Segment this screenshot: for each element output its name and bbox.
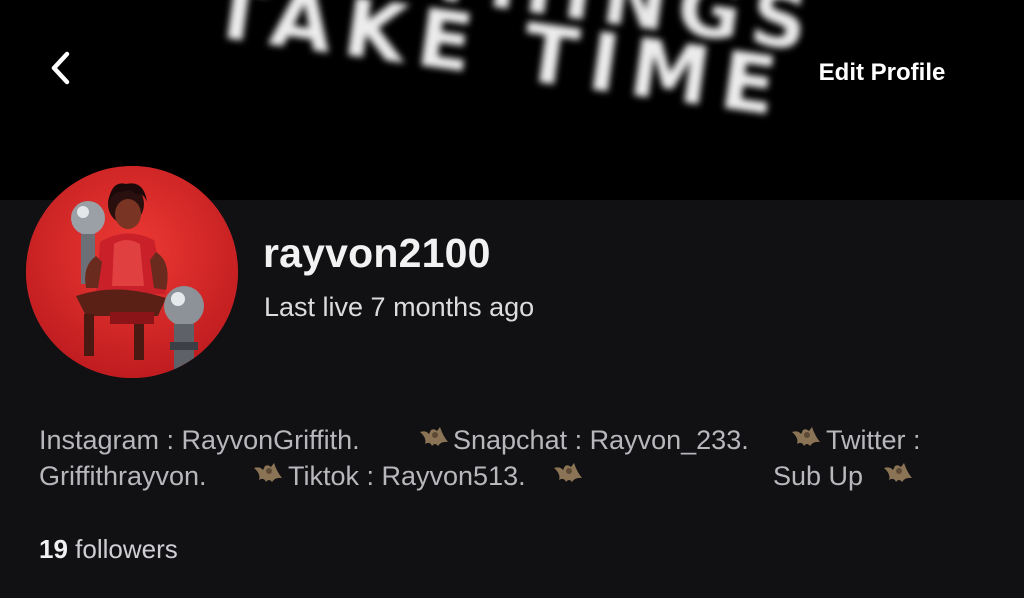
bat-icon xyxy=(251,458,285,494)
profile-bio: Instagram : RayvonGriffith. Snapchat : R… xyxy=(39,422,999,494)
bio-line-2: Griffithrayvon. Tiktok : Rayvon513. Sub … xyxy=(39,458,999,494)
avatar-photo xyxy=(26,166,238,378)
bat-icon xyxy=(881,458,915,494)
bio-tiktok: Tiktok : Rayvon513. xyxy=(288,461,526,491)
bat-icon xyxy=(417,422,451,458)
back-button[interactable] xyxy=(36,44,84,92)
avatar[interactable] xyxy=(26,166,238,378)
bat-icon xyxy=(551,458,585,494)
bio-twitter: Twitter : xyxy=(826,425,921,455)
last-live-status: Last live 7 months ago xyxy=(264,292,535,322)
edit-profile-button[interactable]: Edit Profile xyxy=(796,48,968,98)
profile-screen: GOOD THINGS TAKE TIME Edit Profile xyxy=(0,0,1024,598)
bio-sub-up: Sub Up xyxy=(773,461,864,491)
followers-label: followers xyxy=(75,534,178,564)
bio-instagram: Instagram : RayvonGriffith. xyxy=(39,425,360,455)
bat-icon xyxy=(789,422,823,458)
followers-count: 19 xyxy=(39,534,68,564)
bio-snapchat: Snapchat : Rayvon_233. xyxy=(453,425,749,455)
bio-twitter-handle: Griffithrayvon. xyxy=(39,461,207,491)
followers-stat[interactable]: 19 followers xyxy=(39,534,178,565)
chevron-left-icon xyxy=(51,51,70,85)
username: rayvon2100 xyxy=(263,230,491,276)
bio-line-1: Instagram : RayvonGriffith. Snapchat : R… xyxy=(39,422,999,458)
